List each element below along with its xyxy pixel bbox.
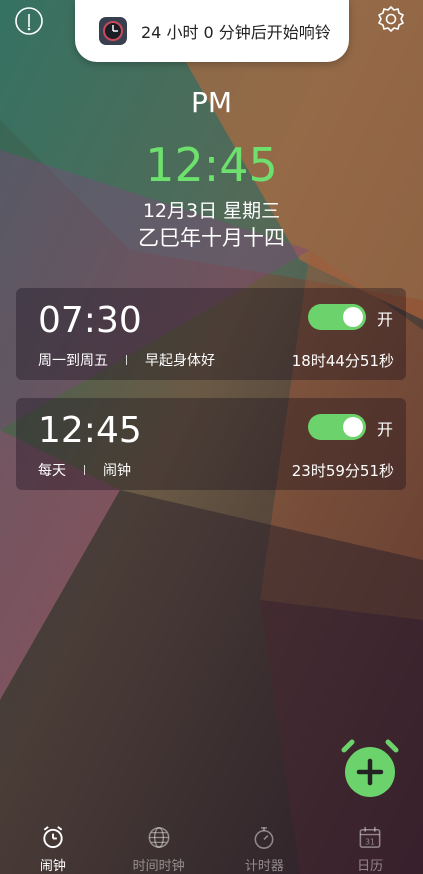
alarm-label: 早起身体好 (145, 353, 215, 369)
current-time: 12:45 (145, 138, 278, 192)
globe-icon (148, 827, 170, 848)
toggle-knob (343, 417, 363, 437)
add-alarm-button[interactable] (338, 736, 402, 800)
current-date: 12月3日 星期三 (142, 200, 281, 222)
alarm-state-label: 开 (377, 420, 394, 439)
separator (84, 465, 85, 475)
alarm-remaining: 18时44分51秒 (291, 352, 394, 370)
info-icon[interactable] (14, 6, 44, 36)
calendar-icon: 31 (359, 826, 381, 848)
toast-message: 24 小时 0 分钟后开始响铃 (141, 23, 331, 42)
nav-item-calendar[interactable]: 31 日历 (317, 818, 423, 874)
calendar-day-number: 31 (365, 837, 375, 846)
alarm-card[interactable]: 07:30 周一到周五 早起身体好 开 18时44分51秒 (16, 288, 406, 380)
stopwatch-icon (254, 827, 274, 849)
nav-label: 闹钟 (39, 859, 66, 874)
alarm-toggle[interactable] (308, 414, 366, 440)
alarm-state-label: 开 (377, 310, 394, 329)
alarm-time: 07:30 (38, 300, 142, 341)
alarm-toggle[interactable] (308, 304, 366, 330)
nav-label: 时间时钟 (132, 859, 185, 874)
alarm-notification-toast: 24 小时 0 分钟后开始响铃 (75, 0, 349, 62)
nav-item-timer[interactable]: 计时器 (212, 818, 318, 874)
toggle-knob (343, 307, 363, 327)
alarm-clock-icon (43, 826, 63, 849)
alarm-time: 12:45 (38, 410, 142, 451)
nav-label: 计时器 (244, 859, 284, 874)
lunar-date: 乙巳年十月十四 (138, 226, 285, 250)
alarm-repeat: 每天 (38, 463, 66, 479)
ampm-indicator: PM (190, 86, 233, 119)
alarm-card[interactable]: 12:45 每天 闹钟 开 23时59分51秒 (16, 398, 406, 490)
nav-item-world-clock[interactable]: 时间时钟 (106, 818, 212, 874)
bottom-navigation: 闹钟 时间时钟 计时器 31 日历 (0, 818, 423, 874)
alarm-label: 闹钟 (103, 463, 131, 479)
nav-item-alarm[interactable]: 闹钟 (0, 818, 106, 874)
clock-app-icon (99, 17, 127, 45)
separator (126, 355, 127, 365)
alarm-remaining: 23时59分51秒 (291, 462, 394, 480)
gear-icon[interactable] (376, 4, 406, 34)
alarm-repeat: 周一到周五 (38, 353, 108, 369)
nav-label: 日历 (357, 859, 384, 874)
